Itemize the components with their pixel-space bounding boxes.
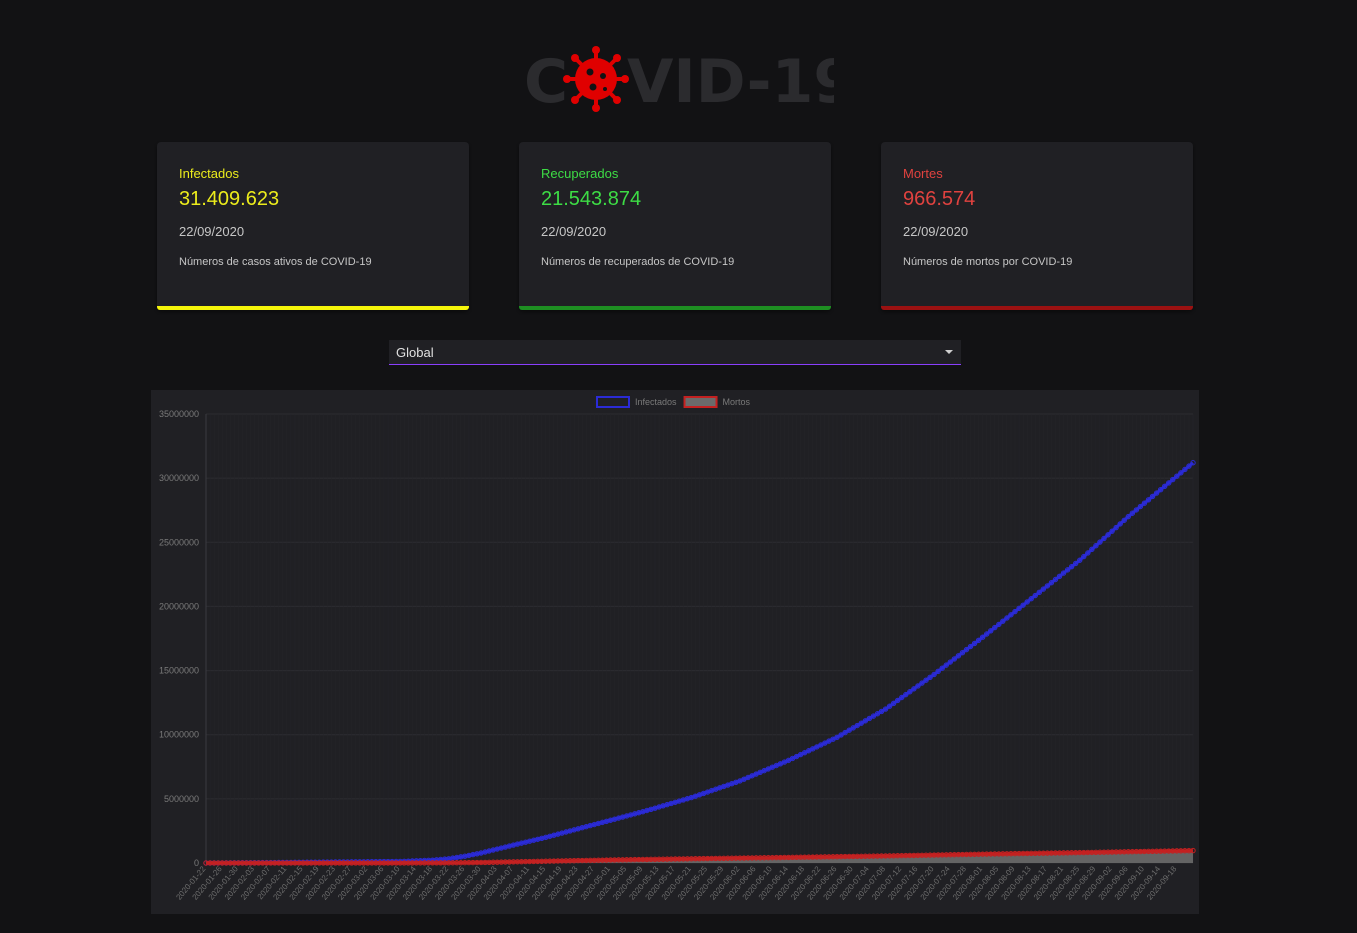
y-tick-label: 20000000	[159, 601, 199, 611]
legend-item-mortos[interactable]: Mortos	[683, 396, 751, 408]
y-tick-label: 35000000	[159, 409, 199, 419]
deaths-title: Mortes	[903, 166, 943, 181]
recovered-description: Números de recuperados de COVID-19	[541, 256, 735, 268]
infected-card-bar	[157, 306, 469, 310]
recovered-value: 21.543.874	[541, 188, 642, 210]
chevron-down-icon[interactable]	[945, 350, 953, 354]
y-tick-label: 25000000	[159, 537, 199, 547]
recovered-card: Recuperados 21.543.874 22/09/2020 Número…	[519, 142, 831, 310]
legend-swatch	[683, 396, 718, 408]
cases-chart: 35000000 30000000 25000000 20000000 15000000…	[151, 390, 1199, 914]
chart-legend: Infectados Mortos	[596, 396, 751, 408]
y-tick-label: 15000000	[159, 666, 199, 676]
legend-label: Infectados	[635, 397, 677, 407]
logo-text-before: C	[524, 47, 569, 116]
infected-description: Números de casos ativos de COVID-19	[179, 256, 372, 268]
infected-date: 22/09/2020	[179, 224, 245, 239]
deaths-description: Números de mortos por COVID-19	[903, 256, 1073, 268]
logo-text-after: VID-19	[627, 47, 834, 116]
y-axis: 35000000 30000000 25000000 20000000 15000000…	[159, 409, 207, 868]
country-select[interactable]: Global	[389, 340, 961, 365]
y-tick-label: 30000000	[159, 473, 199, 483]
infected-value: 31.409.623	[179, 188, 280, 210]
legend-item-infectados[interactable]: Infectados	[596, 396, 677, 408]
cases-chart-svg: 35000000 30000000 25000000 20000000 15000000…	[159, 396, 1196, 902]
recovered-card-bar	[519, 306, 831, 310]
y-tick-label: 5000000	[164, 794, 199, 804]
legend-swatch	[596, 396, 630, 408]
infected-title: Infectados	[179, 166, 239, 181]
recovered-date: 22/09/2020	[541, 224, 607, 239]
logo-graphic: C VID-19	[524, 46, 855, 117]
infected-card: Infectados 31.409.623 22/09/2020 Números…	[157, 142, 469, 310]
y-tick-label: 10000000	[159, 730, 199, 740]
virus-icon	[563, 46, 629, 112]
x-axis: 2020-01-222020-01-262020-01-302020-02-03…	[174, 864, 1178, 902]
recovered-title: Recuperados	[541, 166, 619, 181]
covid-19-logo: C VID-19	[524, 46, 855, 117]
deaths-card-bar	[881, 306, 1193, 310]
legend-label: Mortos	[723, 397, 751, 407]
deaths-date: 22/09/2020	[903, 224, 969, 239]
country-select-value: Global	[396, 345, 434, 360]
deaths-card: Mortes 966.574 22/09/2020 Números de mor…	[881, 142, 1193, 310]
deaths-value: 966.574	[903, 188, 976, 210]
